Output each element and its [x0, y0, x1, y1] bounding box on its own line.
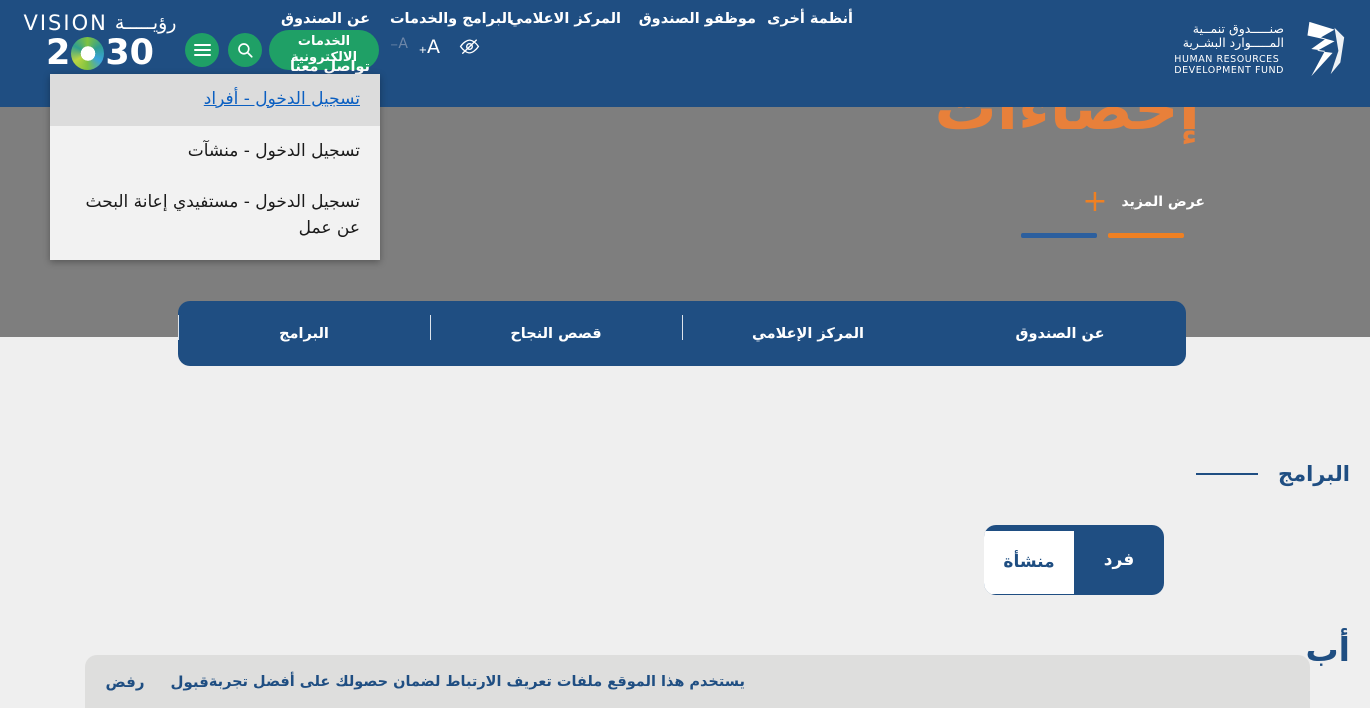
- tab-programs[interactable]: البرامج: [178, 314, 430, 342]
- nav-item-contact-us[interactable]: تواصل معنا: [290, 59, 370, 75]
- carousel-indicators: [1021, 233, 1184, 238]
- nav-item-fund-employees[interactable]: موظفو الصندوق: [639, 11, 756, 27]
- font-decrease-button[interactable]: A −: [390, 36, 408, 52]
- obscured-heading: أب: [1305, 630, 1350, 669]
- hrdf-falcon-icon: [1307, 21, 1345, 77]
- vision-num-right: 30: [105, 33, 155, 73]
- dropdown-item-login-establishments[interactable]: تسجيل الدخول - منشآت: [50, 126, 380, 178]
- hamburger-menu-icon[interactable]: [185, 33, 219, 67]
- audience-toggle: فرد منشأة: [984, 525, 1164, 595]
- font-increase-button[interactable]: A +: [419, 36, 440, 58]
- font-increase-sign: +: [418, 45, 427, 56]
- carousel-dot-2[interactable]: [1108, 233, 1184, 238]
- hrdf-brand-en-line2: DEVELOPMENT FUND: [1174, 65, 1284, 77]
- view-more-link[interactable]: عرض المزيد +: [1082, 187, 1205, 217]
- search-icon[interactable]: [228, 33, 262, 67]
- nav-item-programs-services[interactable]: البرامج والخدمات: [390, 11, 512, 27]
- plus-icon: +: [1082, 184, 1108, 219]
- programs-section-heading: البرامج: [1195, 462, 1350, 486]
- view-more-label: عرض المزيد: [1121, 194, 1205, 210]
- toggle-option-establishment[interactable]: منشأة: [984, 530, 1074, 594]
- nav-item-about-fund[interactable]: عن الصندوق: [281, 11, 370, 27]
- nav-item-media-center[interactable]: المركز الاعلامي: [509, 11, 621, 27]
- hamburger-bars: [193, 40, 211, 59]
- carousel-dot-1[interactable]: [1021, 233, 1097, 238]
- hrdf-brand-ar-line2: المـــــوارد البشـرية: [1182, 35, 1284, 51]
- cookie-consent-banner: يستخدم هذا الموقع ملفات تعريف الارتباط ل…: [85, 655, 1310, 708]
- hrdf-brand-ar-line1: صنـــــدوق تنمــية: [1192, 20, 1284, 36]
- cookie-actions: قبول رفض: [106, 673, 209, 691]
- page-root: إحصاءات عرض المزيد + عن الصندوق المركز ا…: [0, 0, 1370, 708]
- heading-rule: [1195, 473, 1258, 475]
- cookie-reject-button[interactable]: رفض: [106, 673, 145, 691]
- tab-about-fund[interactable]: عن الصندوق: [934, 326, 1186, 342]
- section-tabbar: عن الصندوق المركز الإعلامي قصص النجاح ال…: [178, 301, 1186, 366]
- vision2030-emblem-icon: [71, 37, 105, 70]
- eye-slash-icon[interactable]: [459, 38, 480, 55]
- toggle-option-individual[interactable]: فرد: [1074, 525, 1164, 595]
- dropdown-item-login-individuals[interactable]: تسجيل الدخول - أفراد: [50, 74, 380, 126]
- cookie-accept-button[interactable]: قبول: [170, 673, 208, 691]
- hrdf-brand-en-line1: HUMAN RESOURCES: [1174, 54, 1280, 66]
- page-title: البرامج: [1277, 462, 1350, 486]
- vision-word-ar: رؤيـــــة: [114, 12, 177, 34]
- login-dropdown-menu: تسجيل الدخول - أفراد تسجيل الدخول - منشآ…: [50, 74, 380, 260]
- nav-item-other-systems[interactable]: أنظمة أخرى: [767, 11, 853, 27]
- hrdf-logo[interactable]: صنـــــدوق تنمــية المـــــوارد البشـرية…: [1174, 18, 1350, 80]
- tab-media-center[interactable]: المركز الإعلامي: [682, 314, 934, 342]
- dropdown-item-login-unemployment-beneficiaries[interactable]: تسجيل الدخول - مستفيدي إعانة البحث عن عم…: [50, 177, 380, 254]
- font-decrease-sign: −: [390, 40, 399, 51]
- cookie-message: يستخدم هذا الموقع ملفات تعريف الارتباط ل…: [208, 673, 745, 690]
- font-decrease-letter: A: [398, 36, 408, 52]
- vision-word-en: VISION: [23, 11, 108, 35]
- hero-title: إحصاءات: [934, 107, 1200, 144]
- font-increase-letter: A: [427, 36, 440, 58]
- tab-success-stories[interactable]: قصص النجاح: [430, 314, 682, 342]
- vision-num-left: 2: [45, 33, 71, 73]
